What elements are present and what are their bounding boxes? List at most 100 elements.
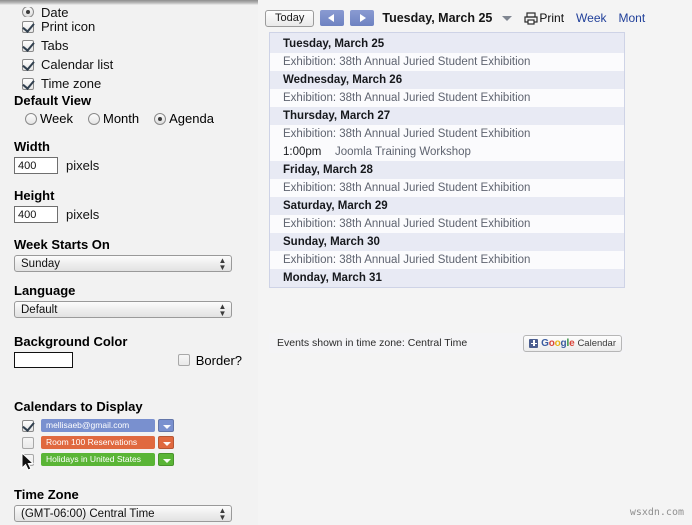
watermark: wsxdn.com — [629, 507, 684, 518]
previous-period-button[interactable] — [320, 10, 345, 26]
display-option-row[interactable]: Date — [22, 7, 113, 17]
week-starts-on-value: Sunday — [21, 258, 61, 270]
calendar-list-item[interactable]: mellisaeb@gmail.com — [22, 418, 174, 433]
height-title: Height — [14, 188, 55, 203]
display-option-label: Time zone — [41, 76, 102, 91]
stepper-arrows-icon: ▲ ▼ — [218, 506, 227, 522]
default-view-group: Default View Week Month Agenda — [14, 93, 214, 126]
width-input[interactable] — [14, 157, 58, 174]
display-option-row[interactable]: Print icon — [22, 17, 113, 36]
agenda-event-title: Joomla Training Workshop — [335, 146, 471, 158]
checkbox-print-icon[interactable] — [22, 20, 34, 33]
display-option-label: Calendar list — [41, 57, 114, 72]
print-label: Print — [539, 11, 565, 25]
radio-week[interactable] — [25, 112, 37, 125]
calendar-name-chip[interactable]: Room 100 Reservations — [41, 436, 155, 449]
time-zone-group: Time Zone (GMT-06:00) Central Time ▲ ▼ — [14, 487, 232, 522]
calendar-options-dropdown-icon[interactable] — [158, 419, 174, 432]
display-option-row[interactable]: Calendar list — [22, 55, 113, 74]
display-option-label: Print icon — [41, 19, 96, 34]
print-button[interactable]: Print — [524, 11, 564, 25]
agenda-date-header: Wednesday, March 26 — [270, 71, 624, 89]
default-view-option-label: Week — [40, 111, 73, 126]
height-input[interactable] — [14, 206, 58, 223]
agenda-date-header: Friday, March 28 — [270, 161, 624, 179]
agenda-date-header: Saturday, March 29 — [270, 197, 624, 215]
default-view-option-label: Agenda — [169, 111, 214, 126]
week-starts-on-select[interactable]: Sunday ▲ ▼ — [14, 255, 232, 272]
agenda-event-title: Exhibition: 38th Annual Juried Student E… — [283, 182, 531, 194]
display-option-row[interactable]: Tabs — [22, 36, 113, 55]
stepper-arrows-icon: ▲ ▼ — [218, 256, 227, 272]
agenda-event-row[interactable]: Exhibition: 38th Annual Juried Student E… — [270, 125, 624, 143]
display-option-label: Date — [41, 7, 69, 17]
calendar-name-chip[interactable]: mellisaeb@gmail.com — [41, 419, 155, 432]
radio-month[interactable] — [88, 112, 100, 125]
height-group: Height pixels — [14, 188, 99, 223]
week-starts-on-group: Week Starts On Sunday ▲ ▼ — [14, 237, 232, 272]
agenda-event-row[interactable]: 1:00pm Joomla Training Workshop — [270, 143, 624, 161]
width-title: Width — [14, 139, 50, 154]
calendar-options-dropdown-icon[interactable] — [158, 453, 174, 466]
tab-month[interactable]: Mont — [619, 11, 646, 25]
calendar-visibility-checkbox[interactable] — [22, 453, 34, 466]
google-wordmark: Google — [541, 337, 575, 349]
width-group: Width pixels — [14, 139, 99, 174]
caret-down-icon[interactable] — [502, 15, 513, 21]
agenda-event-row[interactable]: Exhibition: 38th Annual Juried Student E… — [270, 251, 624, 269]
agenda-date-header: Tuesday, March 25 — [270, 35, 624, 53]
embed-settings-panel: Date Print icon Tabs Calendar list Time zone… — [0, 0, 258, 525]
default-view-title: Default View — [14, 93, 92, 108]
calendars-to-display-group: Calendars to Display mellisaeb@gmail.com… — [14, 399, 174, 469]
calendar-chip-list: mellisaeb@gmail.com Room 100 Reservations… — [14, 418, 174, 467]
today-button[interactable]: Today — [265, 9, 315, 27]
calendar-visibility-checkbox[interactable] — [22, 436, 34, 449]
agenda-event-title: Exhibition: 38th Annual Juried Student E… — [283, 218, 531, 230]
checkbox-tabs[interactable] — [22, 39, 34, 52]
agenda-event-title: Exhibition: 38th Annual Juried Student E… — [283, 56, 531, 68]
next-period-button[interactable] — [350, 10, 375, 26]
border-checkbox-row[interactable]: Border? — [177, 352, 242, 368]
background-color-swatch[interactable] — [14, 352, 73, 368]
language-title: Language — [14, 283, 76, 298]
plus-square-icon — [529, 338, 539, 348]
border-label: Border? — [195, 352, 242, 368]
agenda-event-row[interactable]: Exhibition: 38th Annual Juried Student E… — [270, 179, 624, 197]
language-select[interactable]: Default ▲ ▼ — [14, 301, 232, 318]
calendar-list-item[interactable]: Holidays in United States — [22, 452, 174, 467]
checkbox-time-zone[interactable] — [22, 77, 34, 90]
agenda-event-row[interactable]: Exhibition: 38th Annual Juried Student E… — [270, 89, 624, 107]
time-zone-value: (GMT-06:00) Central Time — [21, 508, 155, 520]
agenda-event-row[interactable]: Exhibition: 38th Annual Juried Student E… — [270, 215, 624, 233]
calendar-name-chip[interactable]: Holidays in United States — [41, 453, 155, 466]
tab-week[interactable]: Week — [576, 11, 606, 25]
google-calendar-badge[interactable]: Google Calendar — [523, 334, 622, 352]
default-view-option-label: Month — [103, 111, 140, 126]
calendar-date-title: Tuesday, March 25 — [382, 11, 493, 25]
radio-agenda[interactable] — [154, 112, 167, 125]
default-view-radios[interactable]: Week Month Agenda — [22, 111, 214, 126]
checkbox-calendar-list[interactable] — [22, 58, 34, 71]
agenda-event-row[interactable]: Exhibition: 38th Annual Juried Student E… — [270, 53, 624, 71]
default-view-option-month[interactable]: Month — [85, 111, 139, 126]
width-unit-label: pixels — [66, 158, 100, 173]
default-view-option-week[interactable]: Week — [22, 111, 73, 126]
time-zone-select[interactable]: (GMT-06:00) Central Time ▲ ▼ — [14, 505, 232, 522]
agenda-event-time: 1:00pm — [283, 146, 322, 158]
default-view-option-agenda[interactable]: Agenda — [151, 111, 214, 126]
google-calendar-embed-preview: Today Tuesday, March 25 Print Week Mont … — [265, 0, 692, 525]
printer-icon — [524, 11, 538, 25]
time-zone-title: Time Zone — [14, 487, 79, 502]
height-unit-label: pixels — [66, 207, 100, 222]
calendar-toolbar: Today Tuesday, March 25 Print Week Mont — [265, 7, 692, 29]
agenda-date-header: Sunday, March 30 — [270, 233, 624, 251]
calendar-options-dropdown-icon[interactable] — [158, 436, 174, 449]
display-option-row[interactable]: Time zone — [22, 74, 113, 93]
calendar-list-item[interactable]: Room 100 Reservations — [22, 435, 174, 450]
calendar-visibility-checkbox[interactable] — [22, 419, 34, 432]
language-value: Default — [21, 304, 58, 316]
border-checkbox[interactable] — [177, 354, 190, 366]
display-option-label: Tabs — [41, 38, 69, 53]
radio-date[interactable] — [22, 7, 34, 17]
agenda-event-title: Exhibition: 38th Annual Juried Student E… — [283, 92, 531, 104]
